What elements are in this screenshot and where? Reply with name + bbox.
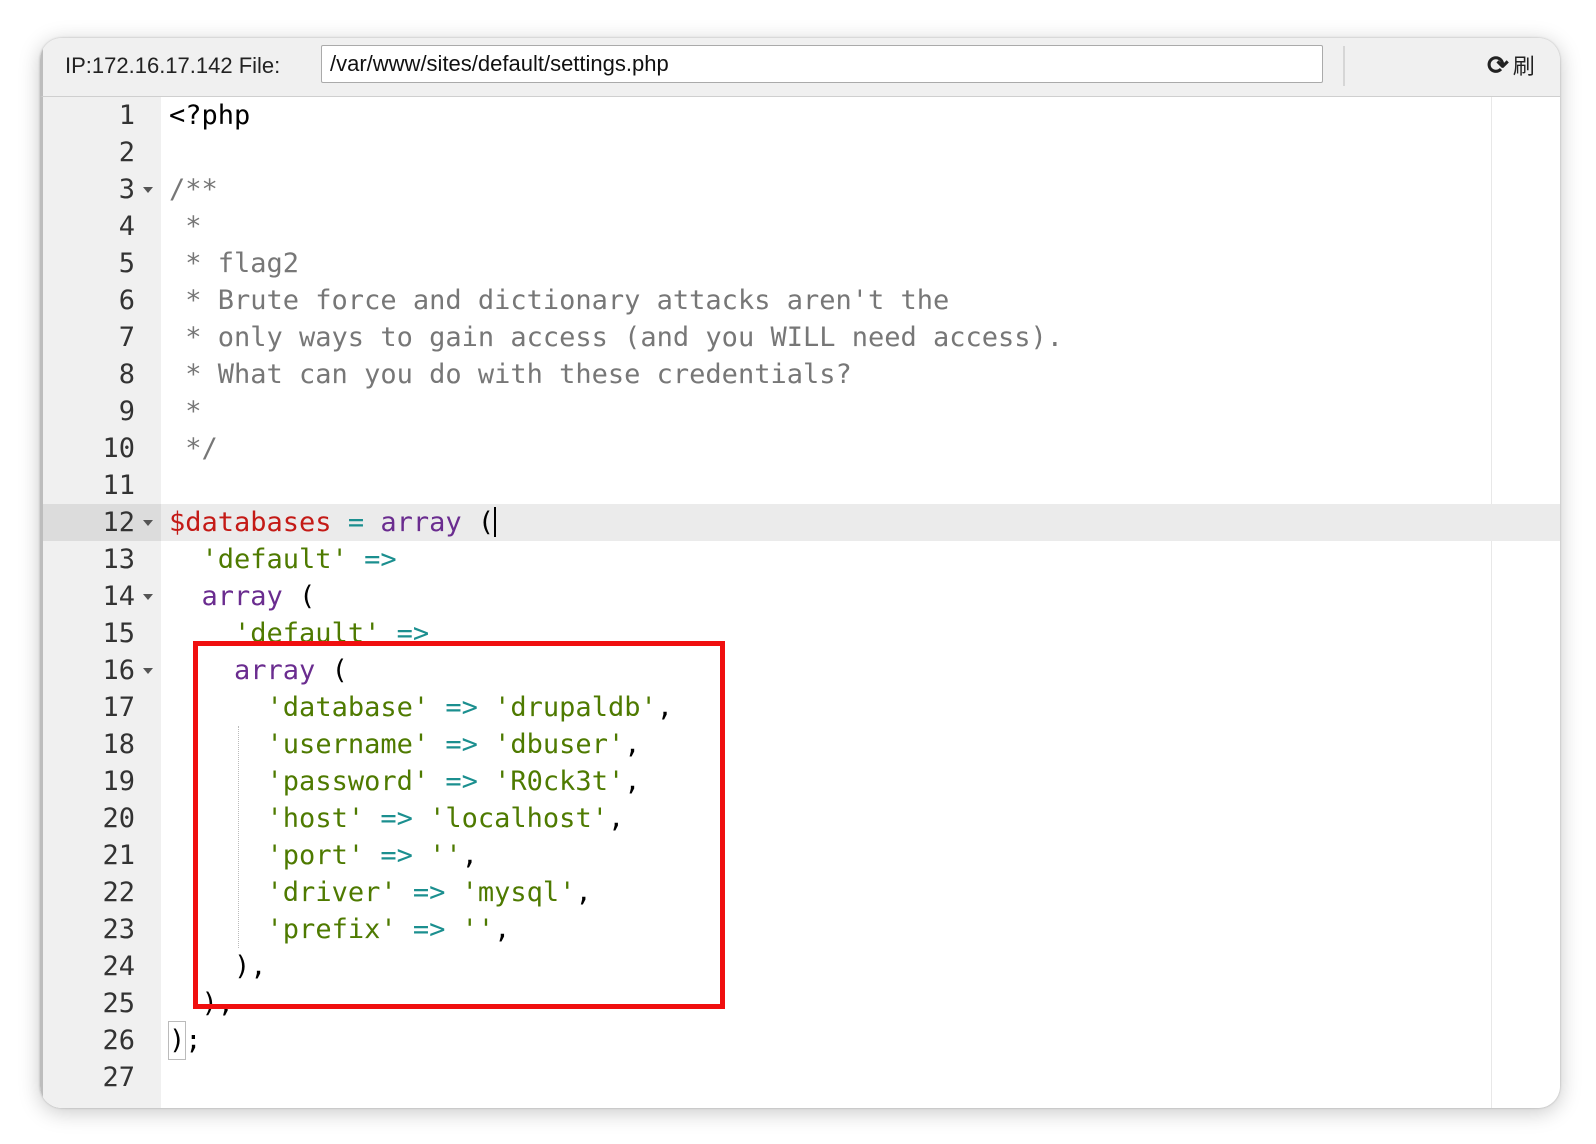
line-number: 3: [118, 174, 135, 205]
code-text: *: [169, 396, 202, 427]
line-number: 7: [118, 322, 135, 353]
line-number: 15: [102, 618, 135, 649]
line-number: 5: [118, 248, 135, 279]
line-number: 10: [102, 433, 135, 464]
code-line: 22 'driver' => 'mysql',: [43, 874, 1560, 911]
code-text: * flag2: [169, 248, 300, 279]
line-number: 26: [102, 1025, 135, 1056]
code-line: 17 'database' => 'drupaldb',: [43, 689, 1560, 726]
line-number: 11: [102, 470, 135, 501]
text-cursor: [494, 507, 497, 537]
code-line: 11: [43, 467, 1560, 504]
fold-arrow-icon[interactable]: [143, 594, 153, 600]
file-path-input[interactable]: [321, 45, 1323, 83]
code-line: 9 *: [43, 393, 1560, 430]
code-text: 'port' => '',: [266, 840, 478, 871]
code-line: 13 'default' =>: [43, 541, 1560, 578]
line-number: 21: [102, 840, 135, 871]
line-number: 27: [102, 1062, 135, 1093]
code-text: 'default' =>: [201, 544, 397, 575]
line-number: 24: [102, 951, 135, 982]
code-text: array (: [234, 655, 348, 686]
code-line: 14 array (: [43, 578, 1560, 615]
line-number: 25: [102, 988, 135, 1019]
line-number: 4: [118, 211, 135, 242]
file-editor-window: IP:172.16.17.142 File: ⟳ 刷 1 <?php 2 3 /…: [40, 38, 1560, 1108]
line-number: 22: [102, 877, 135, 908]
code-text: */: [169, 433, 218, 464]
line-number: 17: [102, 692, 135, 723]
line-number: 20: [102, 803, 135, 834]
code-line: 8 * What can you do with these credentia…: [43, 356, 1560, 393]
code-line: 2: [43, 134, 1560, 171]
code-line: 6 * Brute force and dictionary attacks a…: [43, 282, 1560, 319]
line-number: 23: [102, 914, 135, 945]
code-text: * What can you do with these credentials…: [169, 359, 852, 390]
active-code-line: 12 $databases = array (: [43, 504, 1560, 541]
line-number: 19: [102, 766, 135, 797]
code-text: * only ways to gain access (and you WILL…: [169, 322, 1064, 353]
code-line: 26 );: [43, 1021, 1560, 1060]
code-line: 15 'default' =>: [43, 615, 1560, 652]
code-line: 1 <?php: [43, 97, 1560, 134]
line-number: 16: [102, 655, 135, 686]
code-text: ),: [234, 951, 267, 982]
code-line: 5 * flag2: [43, 245, 1560, 282]
code-text: 'password' => 'R0ck3t',: [266, 766, 641, 797]
code-line: 10 */: [43, 430, 1560, 467]
matching-bracket: ): [167, 1021, 187, 1060]
line-number: 9: [118, 396, 135, 427]
refresh-button[interactable]: ⟳ 刷: [1487, 48, 1535, 82]
fold-arrow-icon[interactable]: [143, 668, 153, 674]
code-text: *: [169, 211, 202, 242]
code-line: 20 'host' => 'localhost',: [43, 800, 1560, 837]
code-line: 24 ),: [43, 948, 1560, 985]
ip-file-label: IP:172.16.17.142 File:: [65, 53, 281, 78]
code-text: /**: [169, 174, 218, 205]
code-text: 'default' =>: [234, 618, 430, 649]
line-number: 6: [118, 285, 135, 316]
code-line: 7 * only ways to gain access (and you WI…: [43, 319, 1560, 356]
fold-arrow-icon[interactable]: [143, 187, 153, 193]
line-number: 18: [102, 729, 135, 760]
line-number: 13: [102, 544, 135, 575]
code-line: 23 'prefix' => '',: [43, 911, 1560, 948]
code-text: 'username' => 'dbuser',: [266, 729, 641, 760]
code-text: ),: [201, 988, 235, 1019]
refresh-label: 刷: [1512, 54, 1535, 79]
code-text: $databases = array (: [169, 507, 497, 538]
code-line: 21 'port' => '',: [43, 837, 1560, 874]
indent-guide: [238, 726, 239, 948]
code-line: 19 'password' => 'R0ck3t',: [43, 763, 1560, 800]
line-number: 14: [102, 581, 135, 612]
code-text: 'driver' => 'mysql',: [266, 877, 592, 908]
code-text: 'database' => 'drupaldb',: [266, 692, 673, 723]
code-text: <?php: [169, 100, 251, 131]
fold-arrow-icon[interactable]: [143, 520, 153, 526]
code-text: * Brute force and dictionary attacks are…: [169, 285, 950, 316]
line-number: 1: [118, 100, 135, 131]
code-text: array (: [201, 581, 316, 612]
code-text: );: [167, 1021, 202, 1060]
code-line: 27: [43, 1059, 1560, 1096]
code-line: 3 /**: [43, 171, 1560, 208]
code-line: 16 array (: [43, 652, 1560, 689]
line-number: 8: [118, 359, 135, 390]
code-editor[interactable]: 1 <?php 2 3 /** 4 * 5 * flag2 6 * Brute …: [40, 97, 1560, 1108]
file-toolbar: IP:172.16.17.142 File: ⟳ 刷: [40, 38, 1560, 97]
code-line: 4 *: [43, 208, 1560, 245]
line-number: 2: [118, 137, 135, 168]
code-text: 'prefix' => '',: [266, 914, 511, 945]
code-line: 18 'username' => 'dbuser',: [43, 726, 1560, 763]
toolbar-divider: [1343, 46, 1345, 86]
code-line: 25 ),: [43, 985, 1560, 1022]
refresh-icon: ⟳: [1487, 49, 1509, 80]
